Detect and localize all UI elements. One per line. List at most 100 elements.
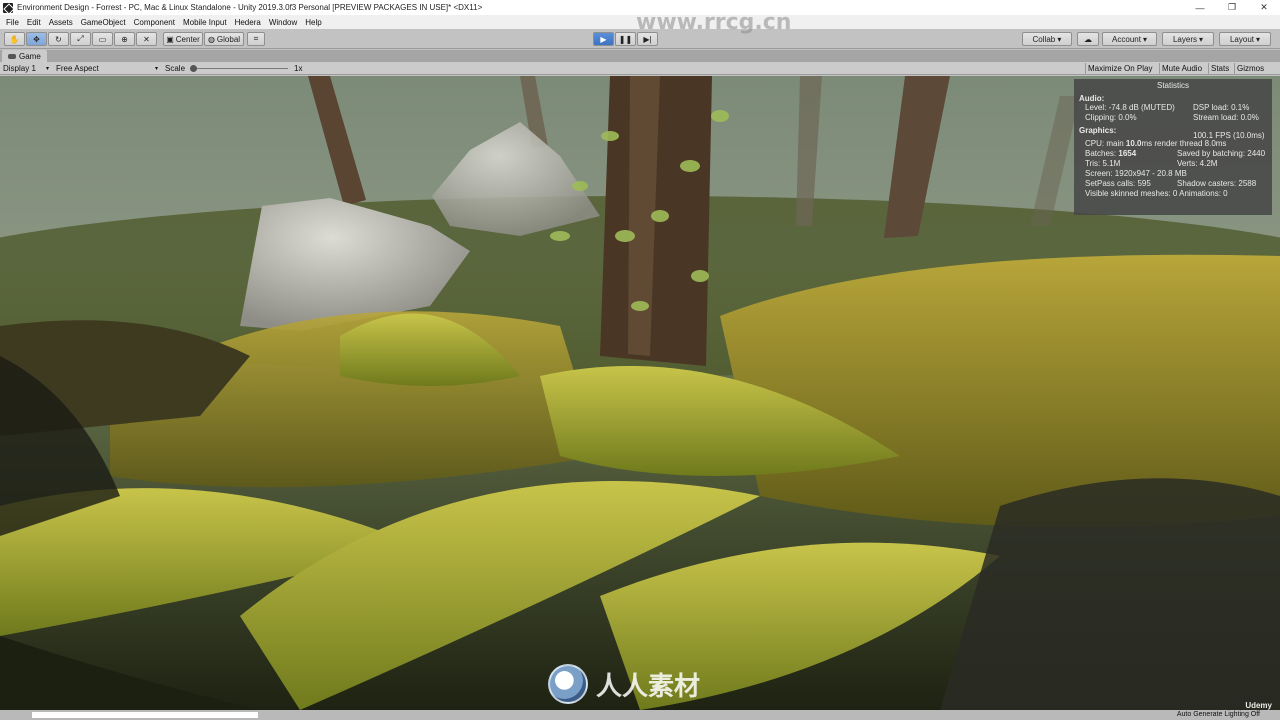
lighting-status[interactable]: Auto Generate Lighting Off — [1177, 711, 1260, 718]
collab-button[interactable]: Collab ▾ — [1022, 32, 1072, 46]
scale-tool-button[interactable]: ⤢ — [70, 32, 91, 46]
collab-label: Collab ▾ — [1032, 34, 1062, 44]
menu-file[interactable]: File — [2, 18, 23, 27]
pivot-icon: ▣ — [166, 34, 174, 44]
scale-slider[interactable] — [190, 65, 288, 72]
pause-button[interactable]: ❚❚ — [615, 32, 636, 46]
move-icon: ✥ — [33, 34, 40, 44]
cpu-main-label: CPU: main — [1085, 139, 1124, 148]
scale-label: Scale — [165, 64, 186, 73]
layout-label: Layout — [1229, 34, 1254, 44]
maximize-on-play-toggle[interactable]: Maximize On Play — [1085, 63, 1154, 74]
screen-value: Screen: 1920x947 - 20.8 MB — [1085, 169, 1187, 178]
aspect-dropdown[interactable]: Free Aspect ▾ — [56, 63, 160, 74]
custom-tool-button[interactable]: ✕ — [136, 32, 157, 46]
menu-gameobject[interactable]: GameObject — [77, 18, 130, 27]
layout-dropdown[interactable]: Layout ▾ — [1219, 32, 1271, 46]
skinned-meshes: Visible skinned meshes: 0 Animations: 0 — [1085, 189, 1228, 198]
setpass-calls: SetPass calls: 595 — [1085, 179, 1151, 188]
stats-row-setpass: SetPass calls: 595 Shadow casters: 2588 — [1079, 179, 1267, 189]
window-controls: — ❐ ✕ — [1184, 0, 1280, 15]
tab-bar: Game — [0, 50, 1280, 62]
transform-icon: ⊕ — [121, 34, 128, 44]
wrench-icon: ✕ — [143, 34, 150, 44]
transform-tool-button[interactable]: ⊕ — [114, 32, 135, 46]
menu-window[interactable]: Window — [265, 18, 301, 27]
minimize-button[interactable]: — — [1184, 0, 1216, 15]
cloud-button[interactable]: ☁ — [1077, 32, 1099, 46]
pivot-label: Center — [175, 34, 200, 44]
status-message-area — [32, 712, 258, 718]
batches-line: Batches: 1654 — [1085, 149, 1136, 159]
rect-icon: ▭ — [98, 34, 107, 44]
dsp-load: DSP load: 0.1% — [1193, 103, 1250, 112]
statistics-title: Statistics — [1156, 81, 1189, 90]
mute-audio-toggle[interactable]: Mute Audio — [1159, 63, 1204, 74]
rect-tool-button[interactable]: ▭ — [92, 32, 113, 46]
cpu-line: CPU: main 10.0ms render thread 8.0ms — [1085, 139, 1226, 149]
step-icon: ▶| — [643, 34, 652, 44]
gizmos-dropdown[interactable]: Gizmos — [1234, 63, 1266, 74]
move-tool-button[interactable]: ✥ — [26, 32, 47, 46]
scale-slider-thumb[interactable] — [190, 65, 197, 72]
batches-label: Batches: — [1085, 149, 1117, 158]
layers-label: Layers — [1172, 34, 1197, 44]
status-bar: Auto Generate Lighting Off — [0, 710, 1280, 720]
space-label: Global — [216, 34, 241, 44]
aspect-label: Free Aspect — [56, 64, 99, 73]
stats-row-audio-2: Clipping: 0.0% Stream load: 0.0% — [1079, 113, 1267, 123]
maximize-button[interactable]: ❐ — [1216, 0, 1248, 15]
play-button[interactable]: ▶ — [593, 32, 614, 46]
menu-assets[interactable]: Assets — [45, 18, 77, 27]
pause-icon: ❚❚ — [618, 34, 633, 44]
space-global-button[interactable]: ◍ Global — [204, 32, 244, 46]
verts-value: Verts: 4.2M — [1177, 159, 1218, 168]
stats-row-batches: Batches: 1654 Saved by batching: 2440 — [1079, 149, 1267, 159]
grid-snap-icon: ⌗ — [253, 34, 259, 43]
stats-toggle[interactable]: Stats — [1208, 63, 1231, 74]
stats-row-screen: Screen: 1920x947 - 20.8 MB — [1079, 169, 1267, 179]
scale-value: 1x — [294, 64, 303, 73]
tab-game[interactable]: Game — [2, 50, 47, 62]
chevron-down-icon: ▾ — [154, 66, 158, 72]
stats-row-audio-1: Level: -74.8 dB (MUTED) DSP load: 0.1% — [1079, 103, 1267, 113]
stream-load: Stream load: 0.0% — [1193, 113, 1259, 122]
menu-edit[interactable]: Edit — [23, 18, 45, 27]
audio-level: Level: -74.8 dB (MUTED) — [1085, 103, 1175, 112]
bottom-watermark: 人人素材 — [548, 664, 700, 704]
chevron-down-icon: ▾ — [45, 66, 49, 72]
stats-row-tris: Tris: 5.1M Verts: 4.2M — [1079, 159, 1267, 169]
scale-icon: ⤢ — [77, 34, 84, 43]
gamepad-icon — [8, 53, 16, 59]
watermark-text: 人人素材 — [596, 671, 701, 702]
close-button[interactable]: ✕ — [1248, 0, 1280, 15]
layers-dropdown[interactable]: Layers ▾ — [1162, 32, 1214, 46]
unity-logo-icon — [3, 2, 13, 13]
menu-component[interactable]: Component — [130, 18, 179, 27]
statistics-panel: Statistics Audio: Level: -74.8 dB (MUTED… — [1074, 79, 1272, 215]
cpu-main-unit: ms render thread 8.0ms — [1141, 139, 1227, 148]
menu-mobile-input[interactable]: Mobile Input — [179, 18, 231, 27]
pivot-center-button[interactable]: ▣ Center — [163, 32, 203, 46]
menu-hedera[interactable]: Hedera — [231, 18, 265, 27]
rotate-icon: ↻ — [55, 34, 62, 44]
watermark-logo-icon — [548, 664, 588, 704]
audio-header: Audio: — [1079, 94, 1105, 103]
stats-row-skinned: Visible skinned meshes: 0 Animations: 0 — [1079, 189, 1267, 199]
tab-game-label: Game — [19, 51, 41, 61]
menu-help[interactable]: Help — [301, 18, 325, 27]
chevron-down-icon: ▾ — [1142, 34, 1147, 44]
chevron-down-icon: ▾ — [1199, 34, 1204, 44]
cpu-main-value: 10.0 — [1125, 139, 1142, 148]
stats-row-cpu: CPU: main 10.0ms render thread 8.0ms — [1079, 139, 1267, 149]
cloud-icon: ☁ — [1084, 34, 1092, 44]
snap-settings-button[interactable]: ⌗ — [247, 32, 265, 46]
account-dropdown[interactable]: Account ▾ — [1102, 32, 1157, 46]
shadow-casters: Shadow casters: 2588 — [1177, 179, 1257, 188]
rotate-tool-button[interactable]: ↻ — [48, 32, 69, 46]
hand-icon: ✋ — [9, 34, 20, 44]
display-dropdown[interactable]: Display 1 ▾ — [3, 63, 51, 74]
play-icon: ▶ — [600, 34, 607, 44]
hand-tool-button[interactable]: ✋ — [4, 32, 25, 46]
window-title: Environment Design - Forrest - PC, Mac &… — [17, 3, 483, 12]
